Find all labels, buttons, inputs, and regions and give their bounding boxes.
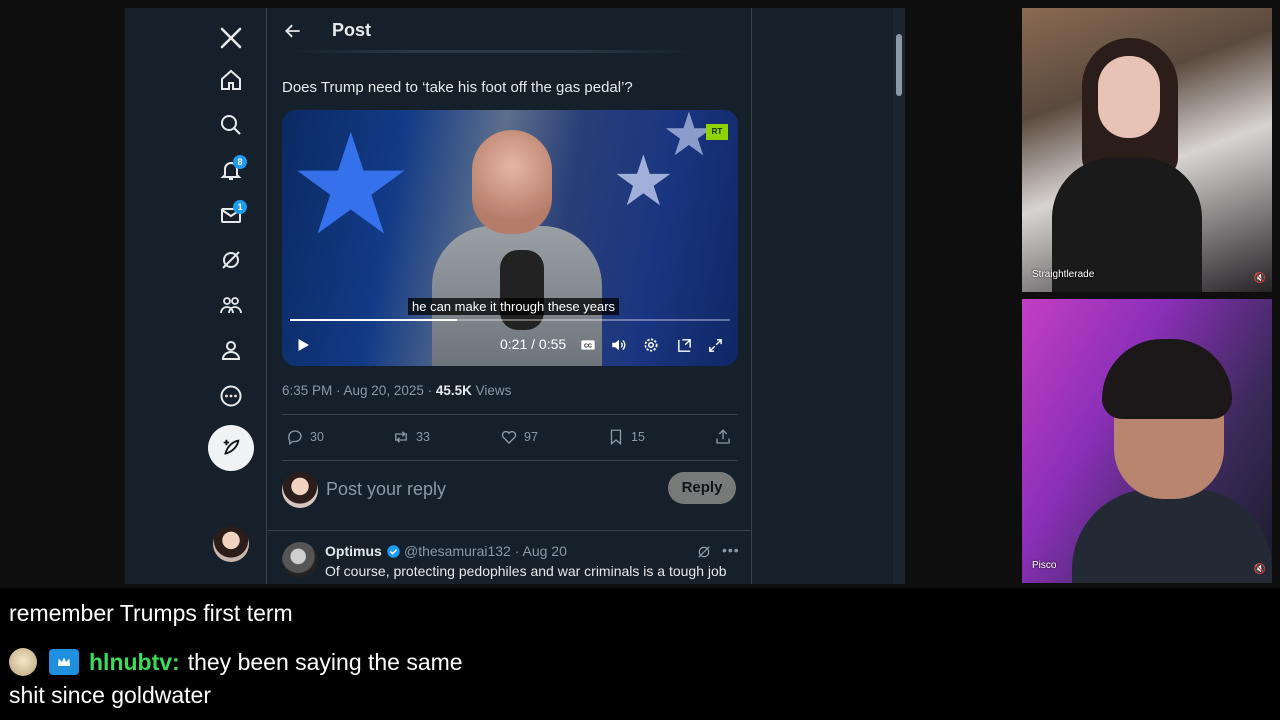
webcam-name-label: Straightlerade	[1032, 269, 1095, 280]
reply-composer-avatar	[282, 472, 318, 508]
stream-layout: 8 1 Post Does Trump need to ‘take his fo…	[0, 0, 1280, 720]
reply-author-avatar[interactable]	[282, 542, 318, 578]
muted-mic-icon: 🔇	[1253, 273, 1266, 284]
share-action[interactable]	[714, 428, 732, 446]
microphone	[500, 250, 544, 330]
play-icon[interactable]	[292, 334, 314, 356]
streamer-figure	[1072, 339, 1272, 583]
webcam-name-label: Pisco	[1032, 560, 1057, 571]
video-progress-bar[interactable]	[290, 319, 730, 321]
repost-action[interactable]: 33	[392, 428, 430, 446]
post-timestamp: 6:35 PM · Aug 20, 2025 · 45.5K Views	[282, 383, 511, 398]
scrolled-content-divider	[282, 50, 702, 53]
chat-user-avatar	[9, 648, 37, 676]
video-time: 0:21 / 0:55	[500, 336, 567, 352]
more-options-icon[interactable]: •••	[722, 542, 740, 558]
reply-input[interactable]: Post your reply	[326, 479, 446, 500]
account-avatar[interactable]	[213, 526, 249, 562]
search-icon[interactable]	[209, 105, 253, 145]
webcam-streamer-2: Pisco 🔇	[1022, 299, 1272, 583]
reply-count: 30	[310, 430, 324, 444]
star-decoration: ★	[288, 110, 414, 263]
like-action[interactable]: 97	[500, 428, 538, 446]
mail-icon[interactable]: 1	[209, 195, 253, 235]
video-controls: 0:21 / 0:55 CC	[282, 330, 738, 360]
reply-tweet[interactable]: Optimus @thesamurai132 · Aug 20 ••• Of c…	[282, 540, 742, 584]
reply-bubble-icon	[288, 430, 302, 446]
grok-icon[interactable]	[209, 240, 253, 280]
scrollbar[interactable]	[893, 8, 905, 584]
timestamp-text: 6:35 PM · Aug 20, 2025 ·	[282, 383, 436, 398]
volume-icon[interactable]	[608, 334, 630, 356]
communities-icon[interactable]	[209, 285, 253, 325]
post-header: Post	[268, 8, 752, 54]
grok-icon[interactable]	[696, 544, 712, 560]
more-icon[interactable]	[209, 376, 253, 416]
bookmark-count: 15	[631, 430, 645, 444]
webcam-streamer-1: Straightlerade 🔇	[1022, 8, 1272, 292]
streamer-face	[1098, 56, 1160, 138]
repost-icon	[395, 431, 407, 443]
video-player[interactable]: ★ ★ ★ RT he can make it through these ye…	[282, 110, 738, 366]
reply-action[interactable]: 30	[286, 428, 324, 446]
like-count: 97	[524, 430, 538, 444]
x-logo-icon[interactable]	[209, 18, 253, 58]
crown-badge-icon	[49, 649, 79, 675]
rt-logo: RT	[706, 124, 728, 140]
fullscreen-icon[interactable]	[704, 334, 726, 356]
reply-author-name[interactable]: Optimus	[325, 543, 382, 559]
heart-icon	[501, 430, 517, 444]
verified-badge-icon	[387, 545, 400, 558]
sidebar-nav: 8 1	[125, 8, 267, 584]
muted-mic-icon: 🔇	[1253, 564, 1266, 575]
chat-message-text: they been saying the same	[187, 648, 463, 675]
notifications-badge: 8	[233, 155, 247, 169]
video-caption: he can make it through these years	[408, 298, 620, 315]
x-browser-window: 8 1 Post Does Trump need to ‘take his fo…	[125, 8, 905, 584]
divider	[282, 414, 738, 415]
chat-message-continuation: shit since goldwater	[9, 682, 211, 708]
chat-message-continuation: remember Trumps first term	[9, 600, 293, 626]
divider	[268, 530, 752, 531]
views-count: 45.5K	[435, 383, 472, 398]
streamer-figure	[1052, 28, 1202, 292]
reply-text: Of course, protecting pedophiles and war…	[325, 563, 727, 579]
post-column: Post Does Trump need to ‘take his foot o…	[268, 8, 752, 584]
streamer-body	[1072, 489, 1272, 583]
svg-text:CC: CC	[584, 343, 592, 349]
reply-button[interactable]: Reply	[668, 472, 736, 504]
divider	[282, 460, 738, 461]
settings-gear-icon[interactable]	[640, 334, 662, 356]
messages-badge: 1	[233, 200, 247, 214]
repost-count: 33	[416, 430, 430, 444]
chat-username: hlnubtv:	[89, 648, 180, 675]
pip-icon[interactable]	[673, 334, 695, 356]
bookmark-icon	[610, 429, 622, 446]
streamer-hair	[1102, 339, 1232, 419]
chat-message: hlnubtv: they been saying the same	[9, 648, 463, 676]
back-arrow-icon[interactable]	[280, 18, 306, 44]
home-icon[interactable]	[209, 60, 253, 100]
bookmark-action[interactable]: 15	[607, 428, 645, 446]
reply-author-handle[interactable]: @thesamurai132 · Aug 20	[404, 543, 567, 559]
compose-button[interactable]	[208, 425, 254, 471]
star-decoration: ★	[662, 110, 716, 168]
compose-icon	[223, 439, 240, 455]
scrollbar-thumb[interactable]	[896, 34, 902, 96]
page-title: Post	[332, 20, 372, 40]
share-icon	[716, 429, 730, 444]
video-progress-fill	[290, 319, 458, 321]
bell-icon[interactable]: 8	[209, 150, 253, 190]
speaker-head	[472, 130, 552, 234]
tweet-text: Does Trump need to ‘take his foot off th…	[282, 79, 633, 96]
views-label: Views	[471, 383, 512, 398]
closed-captions-icon[interactable]: CC	[578, 334, 598, 356]
profile-icon[interactable]	[209, 330, 253, 370]
